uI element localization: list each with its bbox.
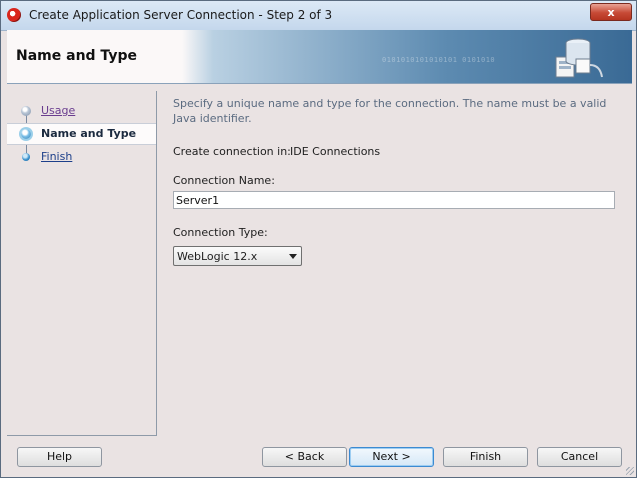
- nav-item-name-and-type[interactable]: Name and Type: [7, 123, 156, 145]
- close-icon: x: [607, 6, 615, 19]
- server-connection-icon: [555, 38, 603, 78]
- step-visited-icon: [21, 106, 31, 116]
- connection-name-label: Connection Name:: [173, 174, 275, 187]
- create-in-label: Create connection in:: [173, 145, 291, 158]
- back-button[interactable]: < Back: [262, 447, 347, 467]
- step-current-icon: [21, 129, 31, 139]
- connection-type-label: Connection Type:: [173, 226, 268, 239]
- close-button[interactable]: x: [590, 3, 632, 21]
- cancel-button[interactable]: Cancel: [537, 447, 622, 467]
- connection-type-value: WebLogic 12.x: [177, 250, 258, 263]
- step-header: Name and Type 0101010101010101 0101010: [7, 30, 632, 84]
- next-button[interactable]: Next >: [349, 447, 434, 467]
- resize-grip-icon[interactable]: [626, 467, 634, 475]
- nav-item-label[interactable]: Usage: [41, 104, 75, 117]
- connection-type-select[interactable]: WebLogic 12.x: [173, 246, 302, 266]
- dialog-window: Create Application Server Connection - S…: [0, 0, 637, 478]
- title-bar[interactable]: Create Application Server Connection - S…: [1, 1, 636, 31]
- connection-name-field[interactable]: Server1: [173, 191, 615, 209]
- oracle-app-icon: [7, 8, 21, 22]
- nav-item-finish[interactable]: Finish: [7, 147, 156, 167]
- help-button[interactable]: Help: [17, 447, 102, 467]
- step-description: Specify a unique name and type for the c…: [173, 97, 607, 125]
- button-bar: Help < Back Next > Finish Cancel: [7, 437, 632, 473]
- wizard-step-navigator: Usage Name and Type Finish: [7, 91, 157, 436]
- window-title: Create Application Server Connection - S…: [29, 8, 333, 22]
- nav-item-usage[interactable]: Usage: [7, 101, 156, 121]
- create-in-value: IDE Connections: [290, 145, 381, 158]
- step-title: Name and Type: [16, 48, 137, 64]
- nav-item-label: Name and Type: [41, 127, 137, 140]
- binary-decoration: 0101010101010101 0101010: [382, 56, 496, 64]
- chevron-down-icon: [289, 254, 297, 259]
- finish-button[interactable]: Finish: [443, 447, 528, 467]
- step-pending-icon: [22, 153, 30, 161]
- nav-item-label[interactable]: Finish: [41, 150, 72, 163]
